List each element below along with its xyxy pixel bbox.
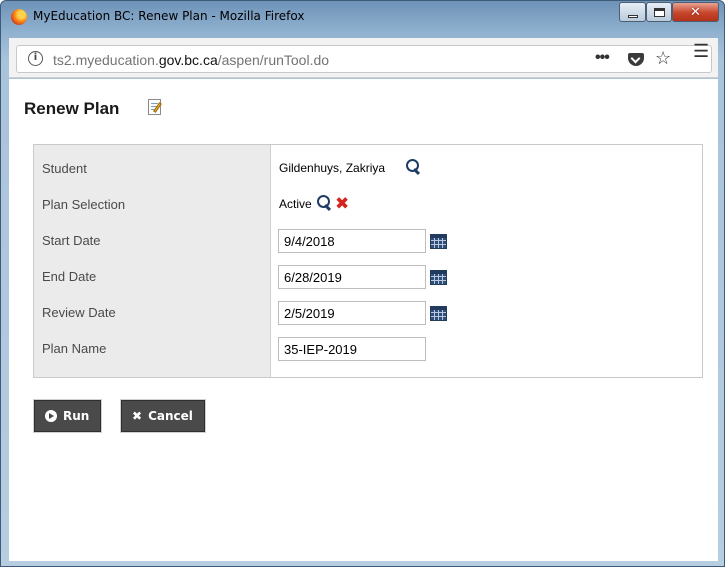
run-button-label: Run [63,409,90,423]
bookmark-star-icon[interactable]: ☆ [655,48,671,69]
edit-document-icon[interactable] [148,99,162,115]
page-actions-icon[interactable]: ••• [595,49,610,67]
student-lookup-search-icon[interactable] [406,159,420,175]
firefox-icon [11,9,27,25]
end-date-input[interactable] [278,265,426,289]
url-prefix: ts2.myeducation. [53,52,159,68]
cancel-x-icon: ✖ [132,409,143,423]
browser-window: MyEducation BC: Renew Plan - Mozilla Fir… [0,0,725,567]
minimize-icon [627,14,638,18]
navigation-toolbar: i ts2.myeducation.gov.bc.ca/aspen/runToo… [9,38,718,78]
address-bar[interactable]: i ts2.myeducation.gov.bc.ca/aspen/runToo… [16,45,712,73]
review-date-calendar-icon[interactable] [430,306,447,321]
label-column: Student Plan Selection Start Date End Da… [34,145,271,377]
maximize-button[interactable] [646,2,672,22]
url-domain: gov.bc.ca [158,52,218,68]
clear-plan-icon[interactable]: ✖ [335,194,349,214]
site-info-icon[interactable]: i [28,51,43,66]
page-content: Renew Plan Student Plan Selection Start … [9,79,718,561]
plan-name-label: Plan Name [42,341,107,356]
end-date-label: End Date [42,269,97,284]
run-arrow-icon [45,410,57,422]
renew-plan-form: Student Plan Selection Start Date End Da… [33,144,703,378]
page-title: Renew Plan [24,99,120,118]
start-date-calendar-icon[interactable] [430,234,447,249]
url-path: /aspen/runTool.do [217,52,330,68]
review-date-input[interactable] [278,301,426,325]
hamburger-menu-icon[interactable]: ☰ [693,41,709,62]
run-button[interactable]: Run [34,400,101,432]
close-button[interactable]: ✕ [672,2,719,22]
review-date-label: Review Date [42,305,116,320]
cancel-button-label: Cancel [148,409,193,423]
url-text[interactable]: ts2.myeducation.gov.bc.ca/aspen/runTool.… [53,52,329,68]
plan-name-input[interactable] [278,337,426,361]
cancel-button[interactable]: ✖ Cancel [121,400,205,432]
student-label: Student [42,161,87,176]
maximize-icon [653,7,665,17]
pocket-icon[interactable] [628,53,644,66]
title-bar[interactable]: MyEducation BC: Renew Plan - Mozilla Fir… [1,1,724,31]
minimize-button[interactable] [619,2,646,22]
start-date-label: Start Date [42,233,101,248]
student-value: Gildenhuys, Zakriya [279,161,386,175]
start-date-input[interactable] [278,229,426,253]
close-icon: ✕ [690,4,701,20]
plan-selection-label: Plan Selection [42,197,126,212]
window-title: MyEducation BC: Renew Plan - Mozilla Fir… [33,9,305,23]
plan-lookup-search-icon[interactable] [317,195,331,211]
plan-selection-value: Active [279,197,312,211]
end-date-calendar-icon[interactable] [430,270,447,285]
